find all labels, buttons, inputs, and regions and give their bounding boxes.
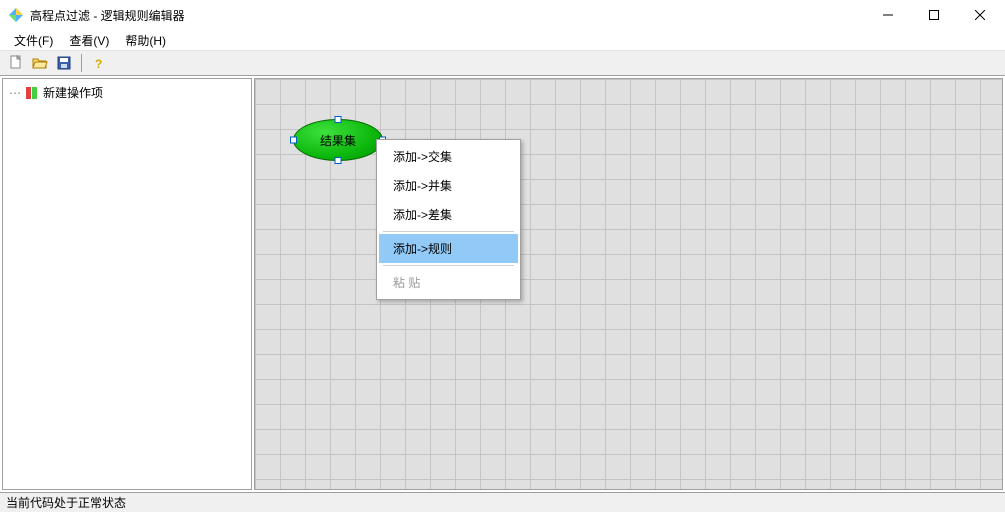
node-label: 结果集	[320, 132, 356, 149]
status-text: 当前代码处于正常状态	[6, 494, 126, 511]
window-controls	[865, 0, 1003, 30]
resize-handle-n[interactable]	[335, 116, 342, 123]
ctx-add-difference[interactable]: 添加->差集	[379, 200, 518, 229]
ctx-separator-2	[383, 265, 514, 266]
tree-root-item[interactable]: ⋯ 新建操作项	[7, 83, 247, 102]
canvas-wrapper: 结果集 添加->交集 添加->并集 添加->差集 添加->规则 粘 贴	[254, 78, 1003, 490]
menu-view[interactable]: 查看(V)	[61, 30, 117, 51]
help-button[interactable]: ?	[89, 53, 109, 73]
ctx-add-intersection[interactable]: 添加->交集	[379, 142, 518, 171]
new-file-button[interactable]	[6, 53, 26, 73]
ctx-add-union[interactable]: 添加->并集	[379, 171, 518, 200]
close-button[interactable]	[957, 0, 1003, 30]
ctx-add-rule[interactable]: 添加->规则	[379, 234, 518, 263]
maximize-button[interactable]	[911, 0, 957, 30]
resize-handle-s[interactable]	[335, 157, 342, 164]
tree-item-icon	[25, 86, 39, 100]
save-button[interactable]	[54, 53, 74, 73]
tree-item-label: 新建操作项	[43, 84, 103, 101]
window-title: 高程点过滤 - 逻辑规则编辑器	[30, 7, 865, 24]
titlebar: 高程点过滤 - 逻辑规则编辑器	[0, 0, 1005, 30]
content-area: ⋯ 新建操作项 结果集 添加->交集 添加->并集 添加->差集 添加->规则	[0, 76, 1005, 492]
dash-icon: ⋯	[9, 86, 21, 100]
menubar: 文件(F) 查看(V) 帮助(H)	[0, 30, 1005, 50]
result-set-node[interactable]: 结果集	[293, 119, 383, 161]
context-menu: 添加->交集 添加->并集 添加->差集 添加->规则 粘 贴	[376, 139, 521, 300]
app-icon	[8, 7, 24, 23]
open-file-button[interactable]	[30, 53, 50, 73]
toolbar-separator	[81, 54, 82, 72]
ctx-separator	[383, 231, 514, 232]
resize-handle-w[interactable]	[290, 137, 297, 144]
canvas[interactable]: 结果集 添加->交集 添加->并集 添加->差集 添加->规则 粘 贴	[255, 79, 1002, 489]
statusbar: 当前代码处于正常状态	[0, 492, 1005, 512]
minimize-button[interactable]	[865, 0, 911, 30]
tree-panel: ⋯ 新建操作项	[2, 78, 252, 490]
menu-file[interactable]: 文件(F)	[6, 30, 61, 51]
menu-help[interactable]: 帮助(H)	[117, 30, 174, 51]
toolbar: ?	[0, 50, 1005, 76]
svg-text:?: ?	[95, 57, 102, 71]
ctx-paste: 粘 贴	[379, 268, 518, 297]
